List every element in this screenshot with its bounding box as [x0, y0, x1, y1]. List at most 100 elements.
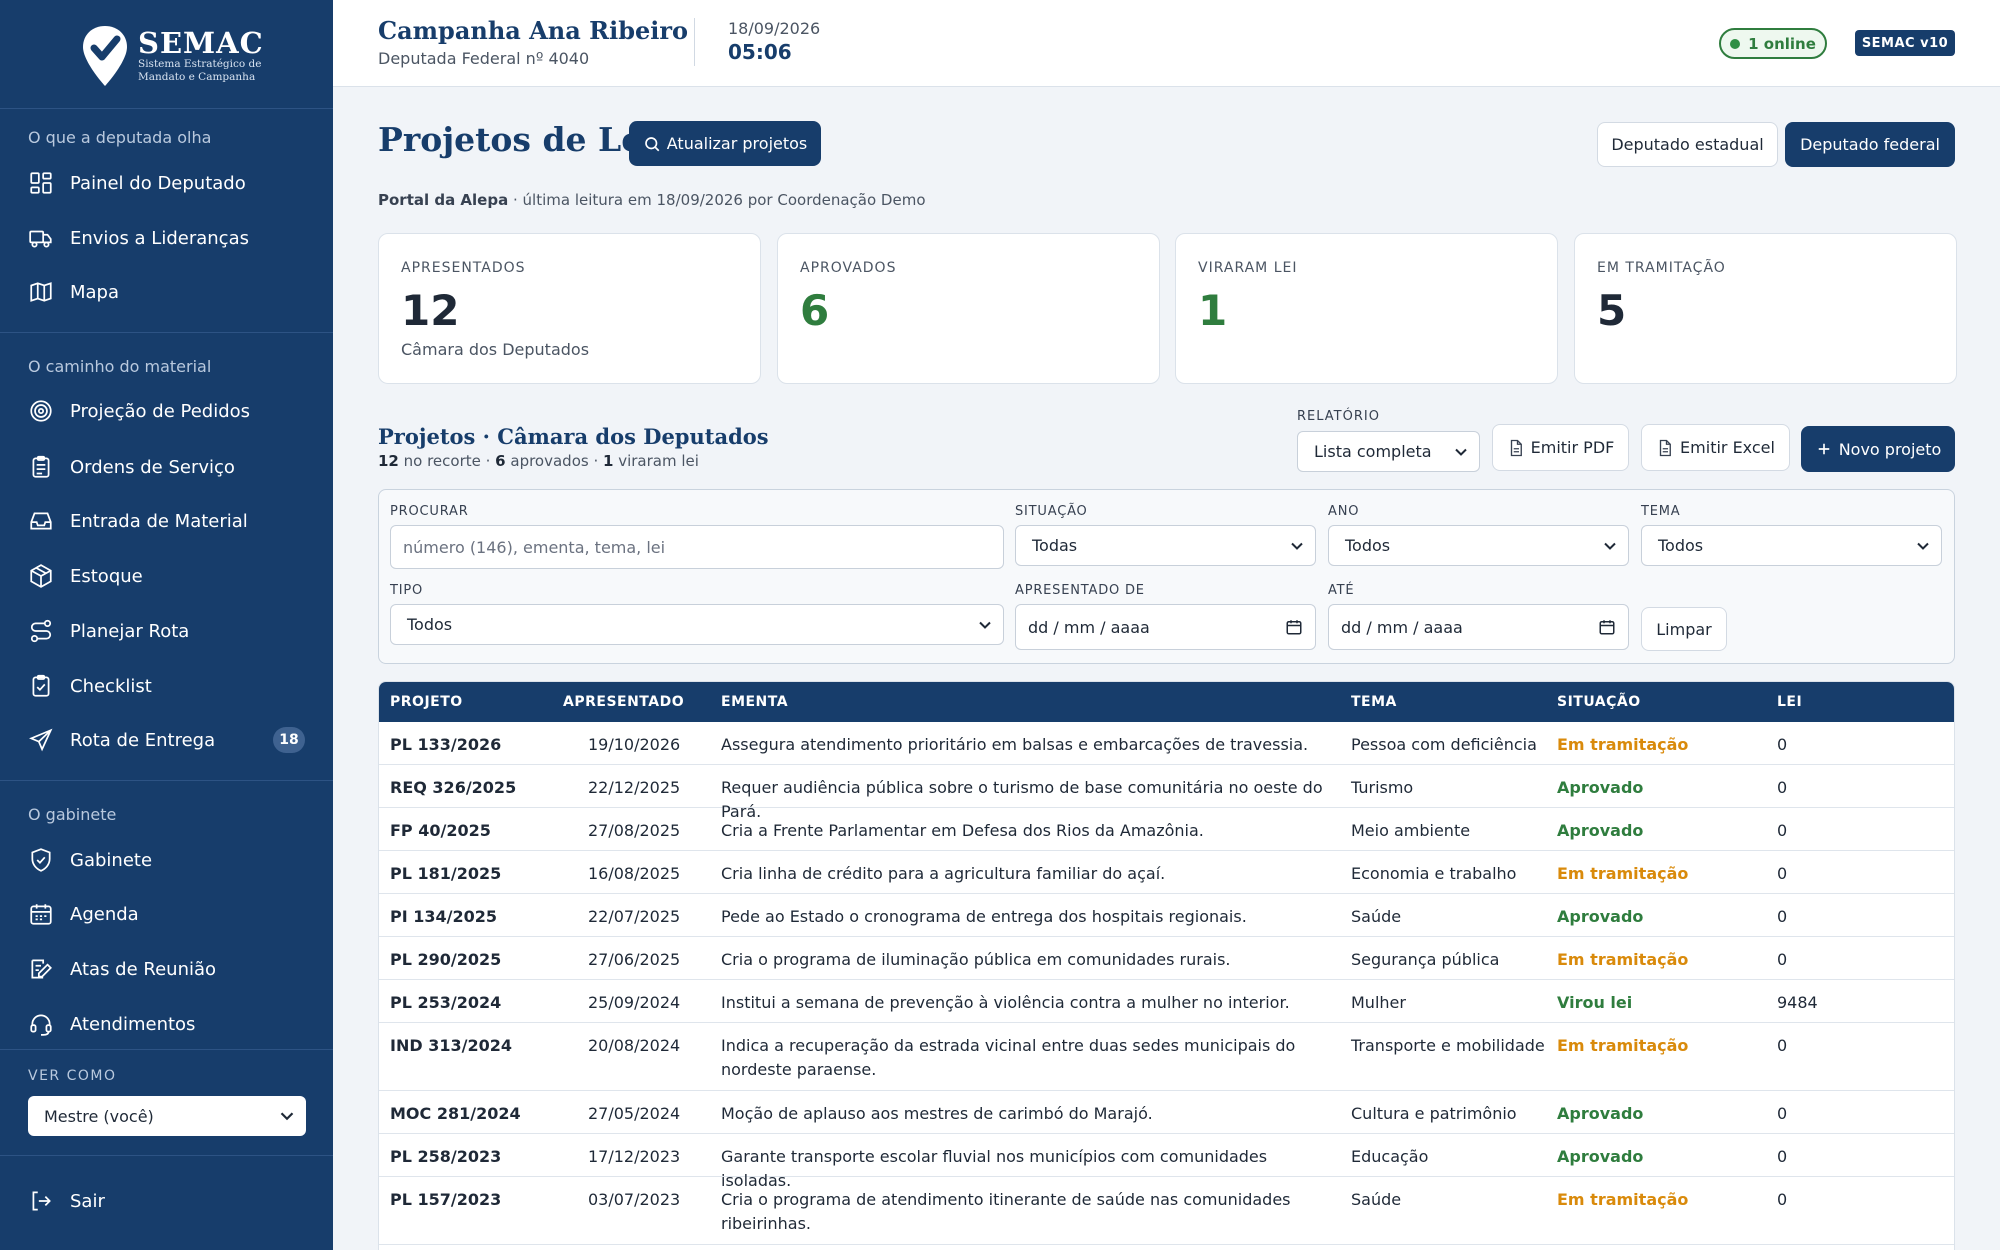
ver-como-select[interactable]: Mestre (você)	[28, 1096, 306, 1136]
export-excel-label: Emitir Excel	[1680, 438, 1775, 457]
cell-projeto[interactable]: FP 40/2025	[390, 819, 491, 843]
cell-ementa: Institui a semana de prevenção à violênc…	[721, 993, 1290, 1012]
cell-tema: Economia e trabalho	[1351, 864, 1517, 883]
toggle-deputado-federal[interactable]: Deputado federal	[1785, 122, 1955, 167]
sidebar-item-label: Estoque	[70, 565, 143, 587]
chevron-down-icon	[1604, 542, 1616, 550]
online-status-badge[interactable]: 1 online	[1719, 28, 1827, 59]
header-date: 18/09/2026	[728, 19, 821, 38]
cell-projeto[interactable]: PL 253/2024	[390, 991, 501, 1015]
sidebar-item-label: Mapa	[70, 281, 120, 303]
tipo-value: Todos	[407, 615, 453, 634]
chevron-down-icon	[979, 621, 991, 629]
table-row[interactable]: PL 258/2023 17/12/2023 Garante transporte …	[379, 1134, 1954, 1190]
sidebar-item-label: Atas de Reunião	[70, 958, 217, 980]
sidebar-item-projecao[interactable]: Projeção de Pedidos	[0, 387, 333, 435]
table-row[interactable]: MOC 281/2024 27/05/2024 Moção de aplauso a…	[379, 1091, 1954, 1134]
cell-tema: Educação	[1351, 1147, 1429, 1166]
new-project-button[interactable]: Novo projeto	[1801, 426, 1955, 472]
column-header[interactable]: SITUAÇÃO	[1557, 694, 1641, 710]
cell-projeto[interactable]: REQ 326/2025	[390, 776, 516, 800]
sidebar-section-label: O gabinete	[28, 805, 117, 824]
sidebar-item-atas[interactable]: Atas de Reunião	[0, 945, 333, 993]
table-row[interactable]: PL 133/2026 19/10/2026 Assegura atendiment…	[379, 722, 1954, 765]
calendar-icon	[1599, 620, 1615, 635]
cell-apresentado: 19/10/2026	[588, 735, 681, 754]
search-input[interactable]: número (146), ementa, tema, lei	[390, 525, 1004, 569]
dashboard-icon	[30, 172, 52, 194]
refresh-projects-button[interactable]: Atualizar projetos	[629, 121, 821, 166]
tema-select[interactable]: Todos	[1641, 525, 1942, 566]
inbox-icon	[30, 512, 52, 530]
cell-tema: Pessoa com deficiência	[1351, 735, 1537, 754]
tipo-select[interactable]: Todos	[390, 604, 1004, 645]
table-row[interactable]: FP 40/2025 27/08/2025 Cria a Frente Parlam…	[379, 808, 1954, 851]
sidebar-divider	[0, 1155, 333, 1156]
sidebar-item-label: Projeção de Pedidos	[70, 400, 251, 422]
apresentado-de-date-input[interactable]: dd / mm / aaaa	[1015, 604, 1316, 650]
export-excel-button[interactable]: Emitir Excel	[1641, 424, 1790, 471]
cell-lei: 0	[1777, 735, 1788, 754]
cell-situacao: Aprovado	[1557, 1104, 1644, 1123]
sidebar-item-gabinete[interactable]: Gabinete	[0, 836, 333, 884]
sidebar-item-agenda[interactable]: Agenda	[0, 890, 333, 938]
table-row[interactable]: PI 134/2025 22/07/2025 Pede ao Estado o cr…	[379, 894, 1954, 937]
sidebar-item-painel[interactable]: Painel do Deputado	[0, 159, 333, 207]
logout-label: Sair	[70, 1190, 105, 1212]
toggle-deputado-estadual[interactable]: Deputado estadual	[1597, 122, 1778, 167]
source-name: Portal da Alepa	[378, 191, 509, 209]
sidebar-item-rota-entrega[interactable]: Rota de Entrega 18	[0, 716, 333, 764]
export-pdf-button[interactable]: Emitir PDF	[1492, 424, 1629, 471]
table-row[interactable]: PL 181/2025 16/08/2025 Cria linha de crédi…	[379, 851, 1954, 894]
sidebar-divider	[0, 108, 333, 109]
cell-projeto[interactable]: PI 134/2025	[390, 905, 497, 929]
date-placeholder: dd / mm / aaaa	[1028, 617, 1150, 637]
column-header[interactable]: EMENTA	[721, 694, 788, 710]
sidebar-item-atendimentos[interactable]: Atendimentos	[0, 1000, 333, 1048]
table-row[interactable]: REQ 326/2025 22/12/2025 Requer audiência p…	[379, 765, 1954, 821]
cell-situacao: Aprovado	[1557, 1147, 1644, 1166]
sidebar-item-mapa[interactable]: Mapa	[0, 268, 333, 316]
report-select[interactable]: Lista completa	[1297, 431, 1480, 472]
column-header[interactable]: APRESENTADO	[563, 694, 684, 710]
sidebar-item-entrada[interactable]: Entrada de Material	[0, 497, 333, 545]
ano-value: Todos	[1345, 536, 1391, 555]
cell-apresentado: 17/12/2023	[588, 1147, 681, 1166]
sidebar-item-label: Ordens de Serviço	[70, 456, 235, 478]
cell-apresentado: 16/08/2025	[588, 864, 681, 883]
cell-tema: Mulher	[1351, 993, 1406, 1012]
logout-button[interactable]: Sair	[0, 1177, 333, 1225]
ano-select[interactable]: Todos	[1328, 525, 1629, 566]
search-label: PROCURAR	[390, 504, 469, 519]
situacao-select[interactable]: Todas	[1015, 525, 1316, 566]
cell-ementa: Cria linha de crédito para a agricultura…	[721, 864, 1166, 883]
brand-logo[interactable]: SEMAC Sistema Estratégico de Mandato e C…	[80, 24, 264, 88]
cell-projeto[interactable]: PL 258/2023	[390, 1145, 501, 1169]
ate-date-input[interactable]: dd / mm / aaaa	[1328, 604, 1629, 650]
clear-filters-button[interactable]: Limpar	[1641, 607, 1727, 651]
sidebar-item-envios[interactable]: Envios a Lideranças	[0, 214, 333, 262]
summary-text: no recorte ·	[398, 452, 496, 470]
cell-projeto[interactable]: PL 290/2025	[390, 948, 501, 972]
sidebar-item-planejar-rota[interactable]: Planejar Rota	[0, 607, 333, 655]
column-header[interactable]: LEI	[1777, 694, 1802, 710]
cell-projeto[interactable]: IND 313/2024	[390, 1034, 512, 1058]
cell-ementa: Indica a recuperação da estrada vicinal …	[721, 1036, 1296, 1079]
table-row[interactable]: PL 290/2025 27/06/2025 Cria o programa de …	[379, 937, 1954, 980]
cell-projeto[interactable]: PL 133/2026	[390, 733, 501, 757]
chevron-down-icon	[1455, 448, 1467, 456]
sidebar-item-ordens[interactable]: Ordens de Serviço	[0, 443, 333, 491]
sidebar-item-checklist[interactable]: Checklist	[0, 662, 333, 710]
table-row[interactable]: PL 253/2024 25/09/2024 Institui a semana d…	[379, 980, 1954, 1023]
table-row[interactable]: IND 313/2024 20/08/2024 Indica a recuperaç…	[379, 1023, 1954, 1091]
cell-projeto[interactable]: PL 157/2023	[390, 1188, 501, 1212]
column-header[interactable]: TEMA	[1351, 694, 1397, 710]
column-header[interactable]: PROJETO	[390, 694, 463, 710]
cell-projeto[interactable]: PL 181/2025	[390, 862, 501, 886]
sidebar-item-estoque[interactable]: Estoque	[0, 552, 333, 600]
table-row[interactable]: PL 157/2023 03/07/2023 Cria o programa de …	[379, 1177, 1954, 1245]
stat-card-viraram-lei: VIRARAM LEI 1	[1175, 233, 1558, 384]
cell-situacao: Aprovado	[1557, 821, 1644, 840]
cell-projeto[interactable]: MOC 281/2024	[390, 1102, 521, 1126]
online-status-text: 1 online	[1748, 34, 1816, 53]
